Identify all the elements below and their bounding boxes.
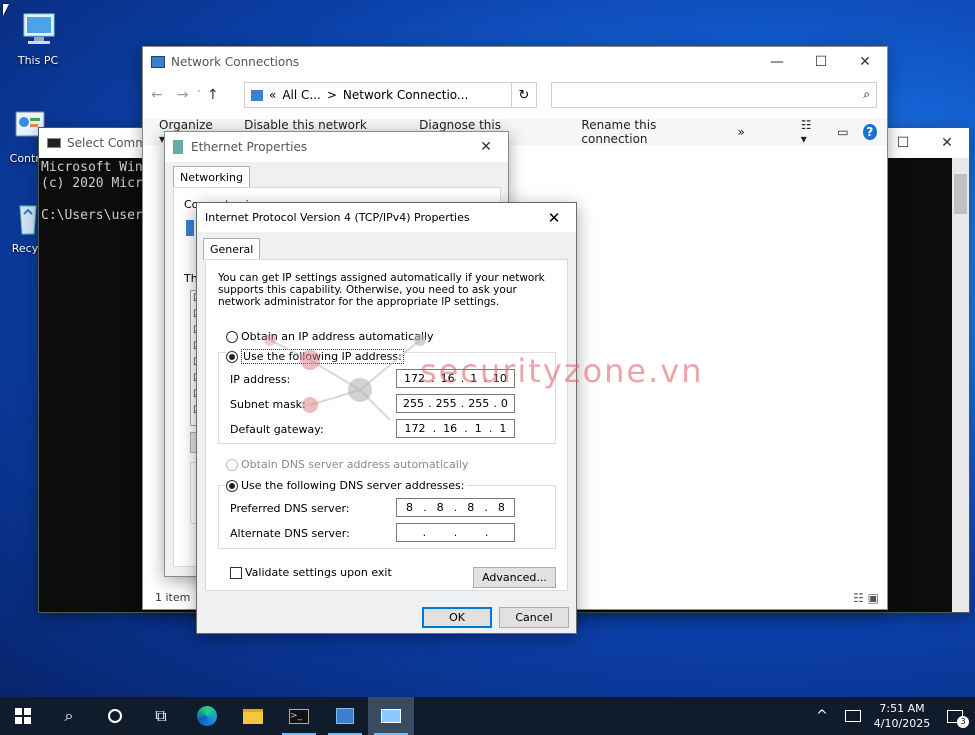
adapter-icon [186,220,194,236]
watermark-network-graphic [264,334,426,421]
radio-obtain-dns-auto[interactable]: Obtain DNS server address automatically [226,458,468,471]
item-count: 1 item [155,591,191,604]
network-folder-icon [251,89,263,101]
ok-button[interactable]: OK [422,607,492,628]
radio-use-following-dns[interactable]: Use the following DNS server addresses: [226,479,467,492]
ep-title: Ethernet Properties [191,140,308,154]
cancel-button[interactable]: Cancel [499,607,569,628]
notification-badge: 3 [957,715,969,728]
preferred-dns-field[interactable]: 8.8.8.8 [396,498,515,517]
status-bar: 1 item [155,591,190,604]
network-folder-icon [151,56,165,68]
clock-date: 4/10/2025 [873,717,931,730]
search-input[interactable]: ⌕ [551,82,877,108]
taskbar: ⌕ ⧉ >_ ^ 7:51 AM 4/10/2025 3 [0,697,975,735]
radio-button[interactable] [226,458,238,471]
watermark-text: securityzone.vn [420,352,704,390]
clock-time: 7:51 AM [879,702,925,715]
close-button[interactable]: ✕ [464,132,508,162]
desktop-icon-this-pc[interactable]: This PC [8,12,68,67]
network-settings-taskbar-icon[interactable] [322,697,368,735]
start-button[interactable] [0,697,46,735]
windows-logo-icon [15,708,31,724]
search-icon: ⌕ [863,87,870,101]
radio-button[interactable] [226,479,238,492]
preferred-dns-label: Preferred DNS server: [230,502,350,515]
back-arrow-icon[interactable]: ← [151,87,163,103]
show-hidden-icons-chevron[interactable]: ^ [807,697,837,735]
recent-chevron-icon[interactable]: ˅ [196,90,201,100]
close-button[interactable]: ✕ [532,203,576,233]
cmd-scrollbar[interactable] [952,158,969,612]
up-arrow-icon[interactable]: ↑ [207,87,219,103]
advanced-button[interactable]: Advanced... [473,567,556,588]
refresh-button[interactable]: ↻ [511,82,537,108]
ep-titlebar[interactable]: Ethernet Properties ✕ [165,132,508,162]
cursor-icon [3,4,15,16]
help-icon[interactable]: ? [862,124,877,140]
search-icon[interactable]: ⌕ [46,697,92,735]
validate-checkbox[interactable]: Validate settings upon exit [230,566,392,579]
more-commands-button[interactable]: » [737,125,744,139]
close-button[interactable]: ✕ [843,47,887,77]
file-explorer-icon[interactable] [230,697,276,735]
minimize-button[interactable]: — [755,47,799,77]
alternate-dns-field[interactable]: . . . [396,523,515,542]
nc-titlebar[interactable]: Network Connections — ☐ ✕ [143,47,887,77]
rename-button[interactable]: Rename this connection [581,118,711,146]
breadcrumb-network-connections[interactable]: Network Connectio... [343,88,468,102]
edge-icon[interactable] [184,697,230,735]
view-toggle-icons[interactable]: ☷ ▣ [853,591,879,605]
ipv4-titlebar[interactable]: Internet Protocol Version 4 (TCP/IPv4) P… [197,203,576,232]
view-options-icon[interactable]: ☷ ▾ [801,118,820,146]
preview-pane-icon[interactable]: ▭ [837,125,848,139]
network-adapter-icon [173,140,183,154]
tab-networking[interactable]: Networking [173,166,250,188]
cortana-icon[interactable] [92,697,138,735]
breadcrumb-separator: > [326,88,337,102]
alternate-dns-label: Alternate DNS server: [230,527,350,540]
task-view-icon[interactable]: ⧉ [138,697,184,735]
notification-center-icon[interactable]: 3 [935,697,975,735]
nc-title: Network Connections [171,55,300,69]
breadcrumb-all-control-panel[interactable]: All C... [282,88,321,102]
checkbox[interactable] [230,566,242,579]
forward-arrow-icon[interactable]: → [177,87,189,103]
address-bar[interactable]: « All C... > Network Connectio... ˅ [244,82,533,108]
desktop-icon-label: This PC [17,54,59,67]
maximize-button[interactable]: ☐ [799,47,843,77]
clock[interactable]: 7:51 AM 4/10/2025 [869,701,935,731]
cmd-taskbar-icon[interactable]: >_ [276,697,322,735]
computer-icon [18,12,58,50]
cmd-icon [47,138,61,148]
close-button[interactable]: ✕ [925,128,969,158]
address-overflow[interactable]: « [269,88,276,102]
control-panel-taskbar-icon[interactable] [368,697,414,735]
tab-general[interactable]: General [203,238,261,260]
ipv4-title: Internet Protocol Version 4 (TCP/IPv4) P… [205,211,470,224]
network-tray-icon[interactable] [837,697,869,735]
